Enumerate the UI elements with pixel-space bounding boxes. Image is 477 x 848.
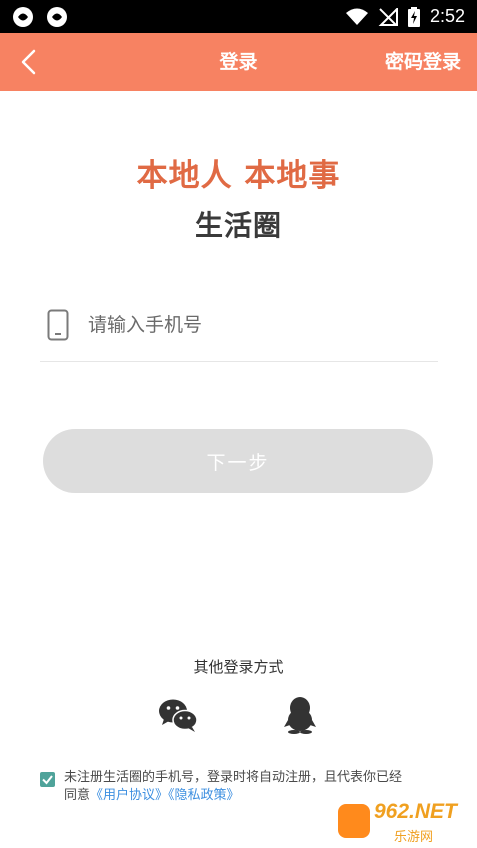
status-right-icons: 2:52 bbox=[345, 0, 465, 33]
mobile-phone-icon bbox=[47, 309, 69, 341]
other-login-title: 其他登录方式 bbox=[193, 658, 284, 676]
privacy-policy-link[interactable]: 《隐私政策》 bbox=[168, 788, 240, 803]
status-left-icons bbox=[12, 6, 68, 28]
back-arrow-icon[interactable] bbox=[14, 47, 44, 77]
watermark-name: 乐游网 bbox=[394, 830, 434, 845]
next-step-button[interactable]: 下一步 bbox=[43, 429, 433, 493]
slogan: 本地人 本地事 bbox=[136, 158, 341, 194]
user-agreement-link[interactable]: 《用户协议》 bbox=[90, 788, 168, 803]
watermark-logo-icon bbox=[338, 804, 370, 838]
signal-off-icon bbox=[378, 7, 398, 26]
checkmark-icon bbox=[42, 775, 53, 785]
phone-input-row bbox=[40, 300, 438, 362]
status-bar: 2:52 bbox=[0, 0, 477, 33]
app-bar: 登录 密码登录 bbox=[0, 33, 477, 91]
notification-app-icon bbox=[13, 7, 33, 27]
watermark-number: 962.NET bbox=[374, 800, 457, 823]
qq-login-icon[interactable] bbox=[283, 696, 317, 734]
agreement-checkbox[interactable] bbox=[40, 772, 55, 787]
notification-app-icon-2 bbox=[47, 7, 67, 27]
app-name: 生活圈 bbox=[194, 209, 282, 242]
wechat-login-icon[interactable] bbox=[158, 697, 198, 733]
status-time: 2:52 bbox=[429, 6, 465, 26]
wifi-icon bbox=[345, 8, 368, 25]
battery-charging-icon bbox=[407, 6, 420, 27]
watermark: 962.NET 乐游网 bbox=[334, 800, 474, 846]
phone-number-input[interactable] bbox=[88, 308, 428, 342]
password-login-button[interactable]: 密码登录 bbox=[385, 33, 461, 91]
